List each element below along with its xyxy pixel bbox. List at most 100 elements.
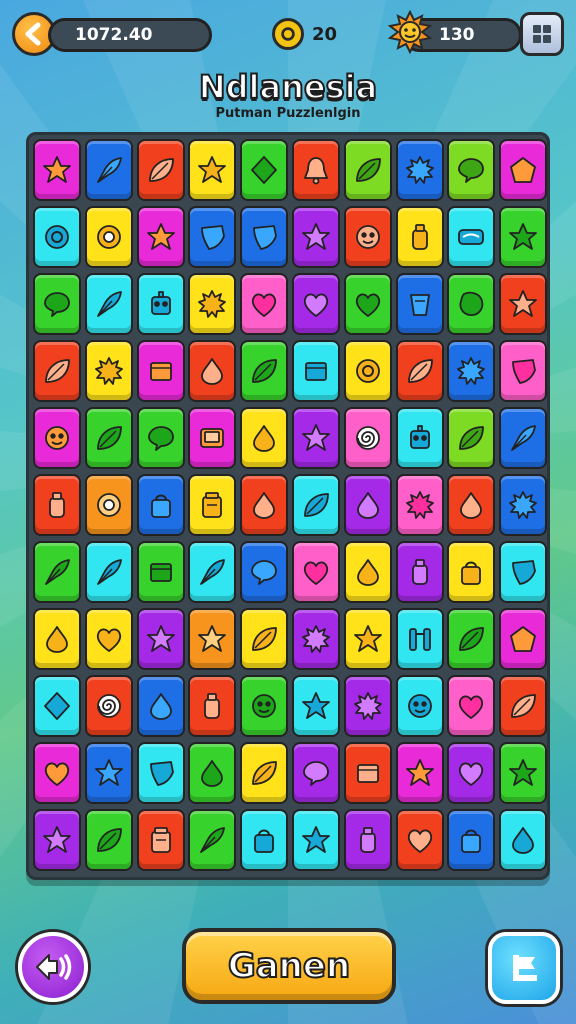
tile-shield[interactable] — [499, 340, 548, 402]
tile-bag[interactable] — [447, 541, 496, 603]
tile-heart[interactable] — [343, 273, 392, 335]
tile-gear[interactable] — [84, 474, 133, 536]
tile-star[interactable] — [291, 675, 340, 737]
tile-bottle[interactable] — [343, 809, 392, 871]
tile-ring[interactable] — [33, 206, 81, 268]
tile-diamond[interactable] — [240, 139, 289, 201]
tile-star[interactable] — [33, 809, 81, 871]
tile-heart[interactable] — [291, 273, 340, 335]
tile-spiral[interactable] — [343, 407, 392, 469]
tile-spiky[interactable] — [395, 474, 444, 536]
tile-spiky[interactable] — [343, 675, 392, 737]
tile-heart[interactable] — [447, 742, 496, 804]
tile-drop[interactable] — [240, 474, 289, 536]
tile-shield[interactable] — [499, 541, 548, 603]
tile-feather[interactable] — [84, 139, 133, 201]
tile-leaf[interactable] — [291, 474, 340, 536]
tile-star[interactable] — [188, 139, 237, 201]
tile-bag[interactable] — [136, 474, 185, 536]
tile-speech[interactable] — [240, 541, 289, 603]
tile-heart[interactable] — [291, 541, 340, 603]
tile-star[interactable] — [291, 809, 340, 871]
tile-cup[interactable] — [395, 273, 444, 335]
tile-box[interactable] — [136, 541, 185, 603]
tile-drop[interactable] — [33, 608, 81, 670]
tile-bottle[interactable] — [188, 675, 237, 737]
tile-leaf[interactable] — [33, 340, 81, 402]
tile-drop[interactable] — [343, 474, 392, 536]
tile-shield[interactable] — [136, 742, 185, 804]
tile-feather[interactable] — [188, 809, 237, 871]
tile-star[interactable] — [136, 206, 185, 268]
tile-jar[interactable] — [188, 474, 237, 536]
tile-bottle[interactable] — [395, 541, 444, 603]
tile-pentagon[interactable] — [499, 139, 548, 201]
tile-bell[interactable] — [291, 139, 340, 201]
tile-feather[interactable] — [84, 541, 133, 603]
tile-face[interactable] — [33, 407, 81, 469]
tile-pillars[interactable] — [395, 608, 444, 670]
tile-bag[interactable] — [447, 809, 496, 871]
tile-drop[interactable] — [499, 809, 548, 871]
tile-bag[interactable] — [240, 809, 289, 871]
tile-robot[interactable] — [395, 407, 444, 469]
tile-heart[interactable] — [84, 608, 133, 670]
tile-spiky[interactable] — [499, 474, 548, 536]
tile-leaf[interactable] — [240, 742, 289, 804]
tile-leaf[interactable] — [447, 608, 496, 670]
tile-star[interactable] — [395, 742, 444, 804]
tile-shield[interactable] — [240, 206, 289, 268]
tile-star[interactable] — [499, 273, 548, 335]
tile-feather[interactable] — [188, 541, 237, 603]
tile-heart[interactable] — [240, 273, 289, 335]
tile-spiral[interactable] — [84, 675, 133, 737]
tile-leaf[interactable] — [84, 809, 133, 871]
tile-leaf[interactable] — [499, 675, 548, 737]
tile-spiky[interactable] — [188, 273, 237, 335]
tile-tv[interactable] — [188, 407, 237, 469]
tile-leaf[interactable] — [343, 139, 392, 201]
tile-feather[interactable] — [499, 407, 548, 469]
tile-speech[interactable] — [291, 742, 340, 804]
sound-button[interactable] — [18, 932, 88, 1002]
tile-spiky[interactable] — [84, 340, 133, 402]
tile-speech[interactable] — [33, 273, 81, 335]
tile-leaf[interactable] — [84, 407, 133, 469]
tile-spiky[interactable] — [291, 608, 340, 670]
tile-bottle[interactable] — [395, 206, 444, 268]
tile-star[interactable] — [499, 742, 548, 804]
tile-tube[interactable] — [447, 206, 496, 268]
tile-star[interactable] — [188, 608, 237, 670]
tile-leaf[interactable] — [136, 139, 185, 201]
tile-spiky[interactable] — [447, 340, 496, 402]
tile-leaf[interactable] — [240, 608, 289, 670]
tile-drop[interactable] — [188, 340, 237, 402]
tile-shield[interactable] — [188, 206, 237, 268]
tile-ring[interactable] — [343, 340, 392, 402]
tile-heart[interactable] — [33, 742, 81, 804]
tile-star[interactable] — [343, 608, 392, 670]
exit-button[interactable] — [488, 932, 560, 1004]
tile-drop[interactable] — [136, 675, 185, 737]
tile-speech[interactable] — [447, 139, 496, 201]
tile-star[interactable] — [136, 608, 185, 670]
tile-heart[interactable] — [447, 675, 496, 737]
tile-box[interactable] — [291, 340, 340, 402]
main-action-button[interactable]: Ganen — [182, 928, 396, 1004]
settings-button[interactable] — [520, 12, 564, 56]
tile-face[interactable] — [240, 675, 289, 737]
tile-box[interactable] — [136, 340, 185, 402]
tile-face[interactable] — [395, 675, 444, 737]
tile-diamond[interactable] — [33, 675, 81, 737]
tile-bottle[interactable] — [33, 474, 81, 536]
tile-drop[interactable] — [188, 742, 237, 804]
tile-star[interactable] — [291, 407, 340, 469]
tile-star[interactable] — [499, 206, 548, 268]
tile-gear[interactable] — [84, 206, 133, 268]
tile-jar[interactable] — [136, 809, 185, 871]
tile-face[interactable] — [343, 206, 392, 268]
tile-star[interactable] — [291, 206, 340, 268]
tile-star[interactable] — [33, 139, 81, 201]
tile-heart[interactable] — [395, 809, 444, 871]
tile-drop[interactable] — [240, 407, 289, 469]
